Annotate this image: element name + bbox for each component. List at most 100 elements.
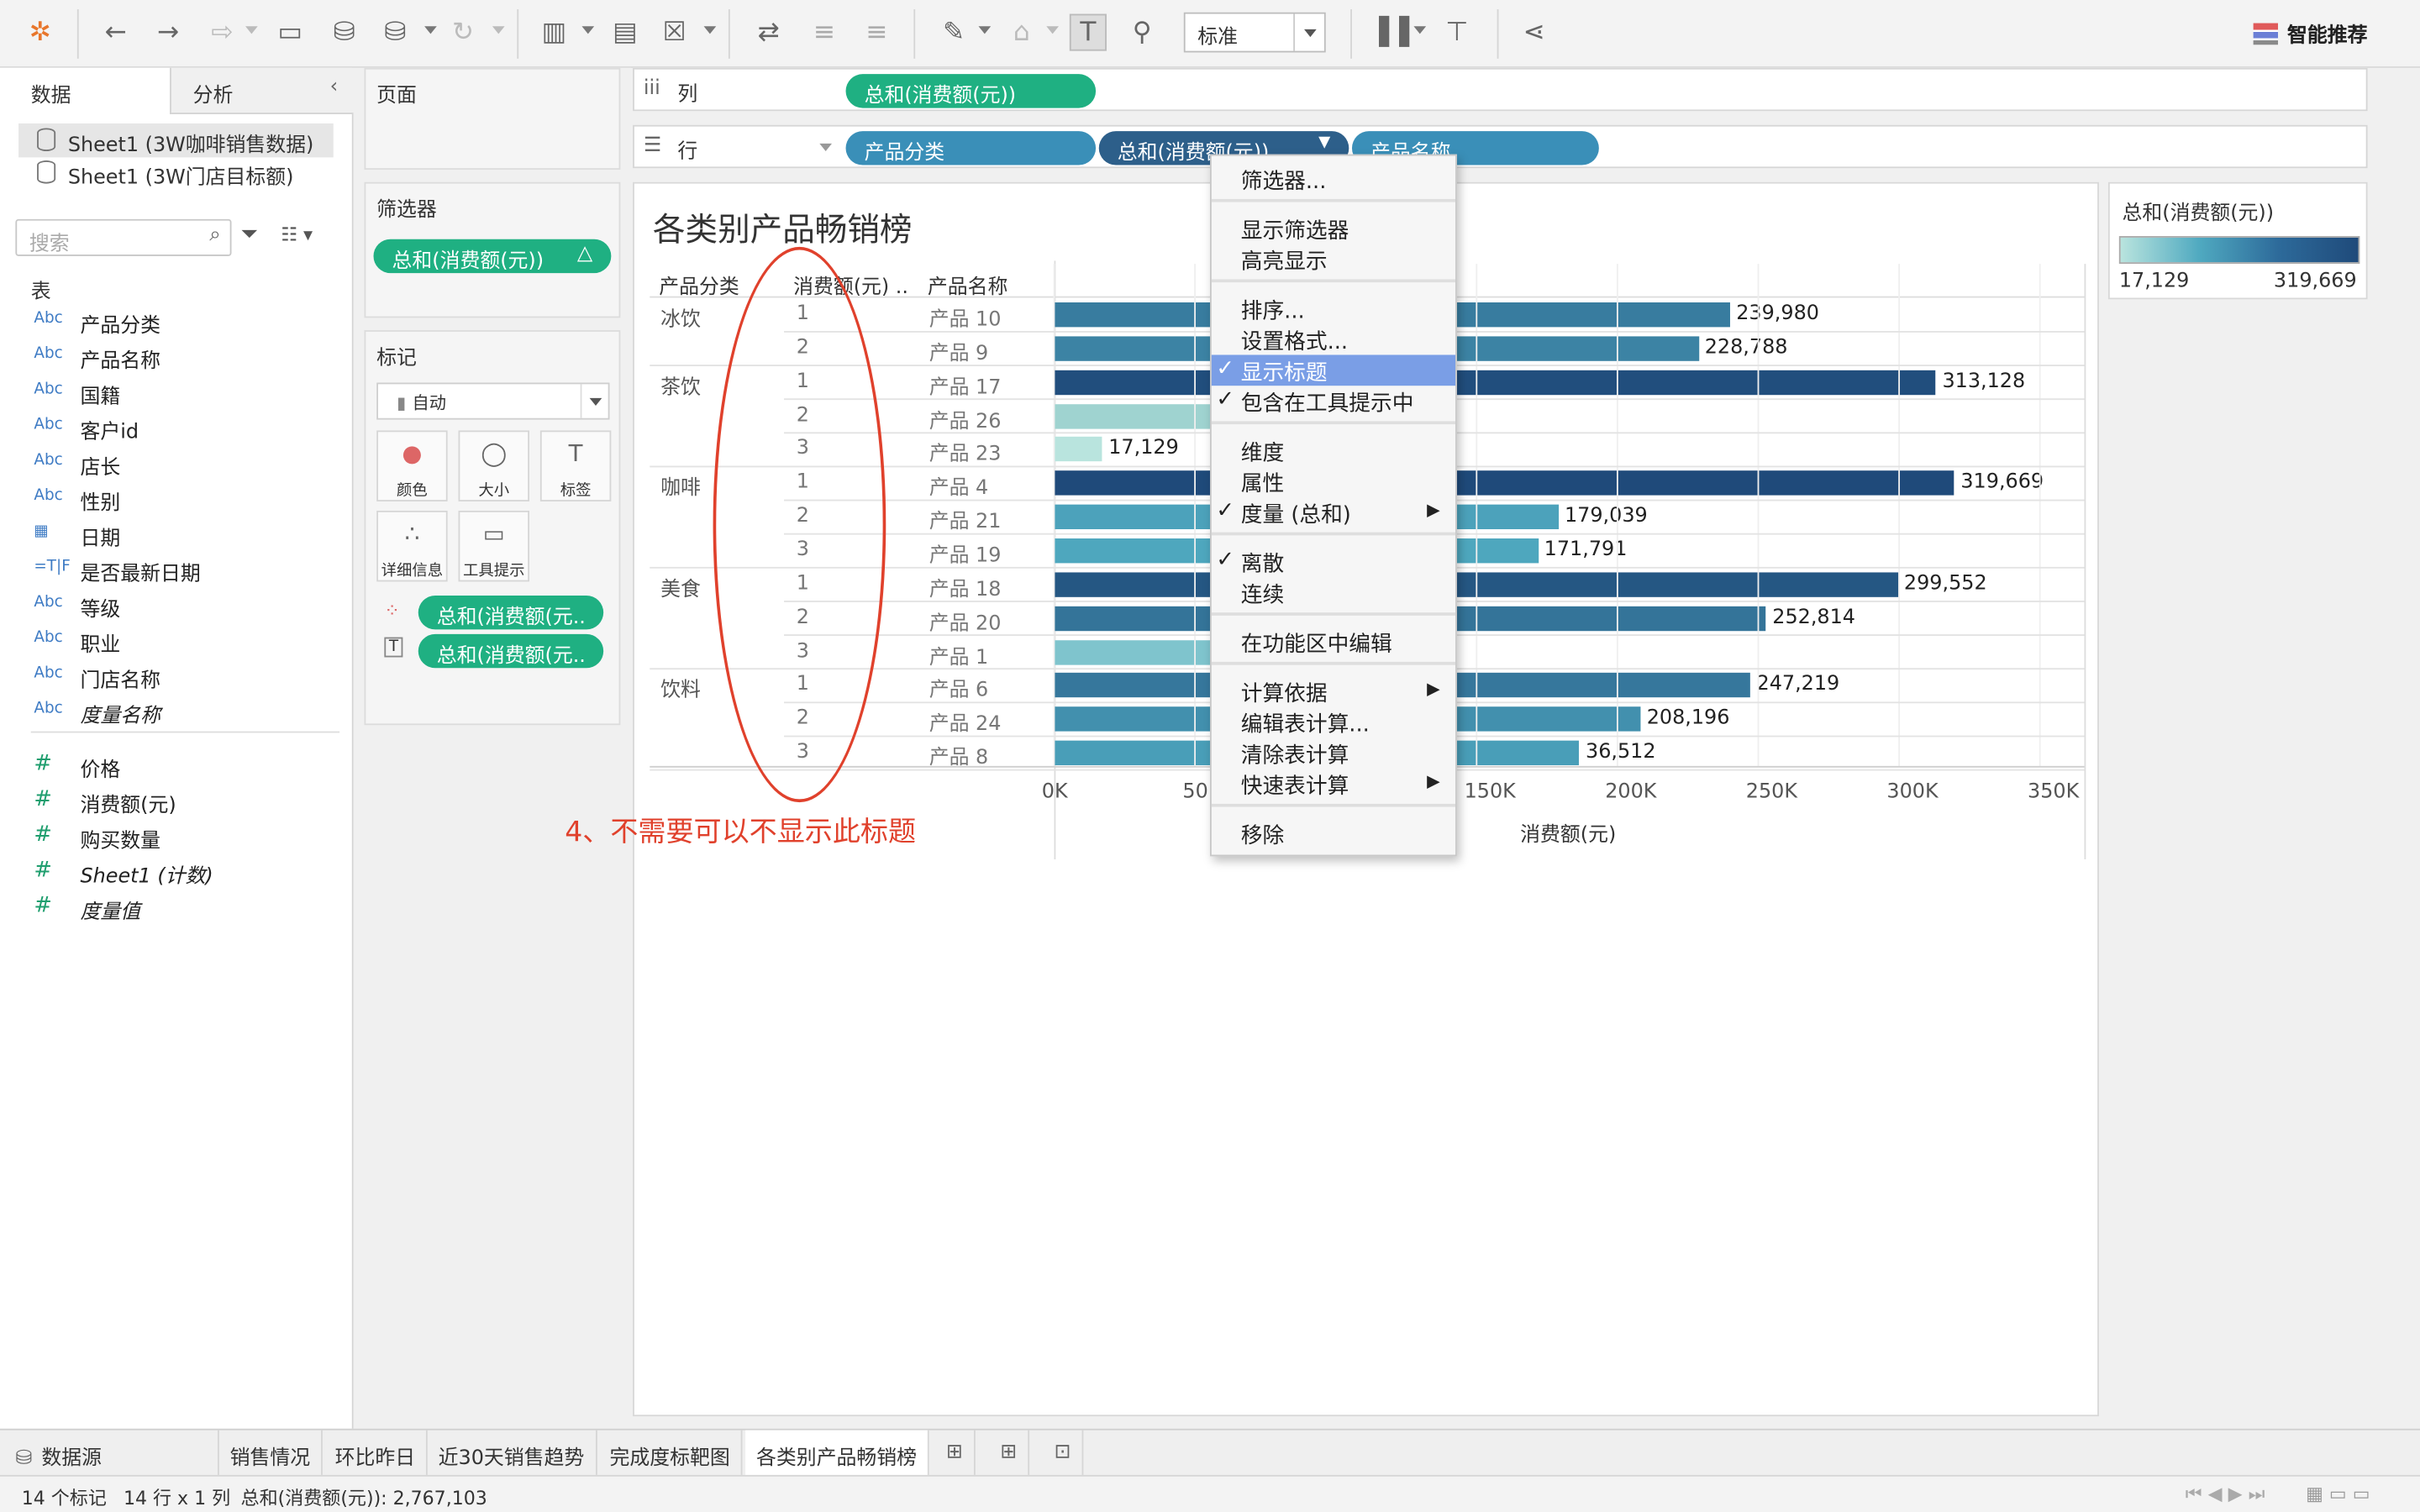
rows-shelf[interactable]: ☰ 行 产品分类 总和(消费额(元))▼ 产品名称 [633,124,2368,169]
menu-item[interactable]: 属性 [1212,466,1455,496]
search-input[interactable]: 搜索 ⌕ [15,218,232,256]
field-dimension[interactable]: Abc 国籍 [0,376,352,410]
share-icon[interactable]: ⋖ [1516,14,1553,51]
sort-asc-icon[interactable]: ≡ [806,14,843,51]
filter-pill-label: 总和(消费额(元)) [392,249,544,274]
tab-sheet[interactable]: 近30天销售趋势 [428,1430,597,1477]
tab-sheet[interactable]: 销售情况 [219,1430,323,1477]
field-dimension[interactable]: ▦ 日期 [0,518,352,552]
tab-sheet[interactable]: 完成度标靶图 [599,1430,743,1477]
mark-pill-color[interactable]: 总和(消费额(元.. [418,595,604,630]
menu-item[interactable]: 维度 [1212,435,1455,465]
fit-select[interactable]: 标准 [1183,12,1326,53]
menu-item[interactable]: ✓ 包含在工具提示中 [1212,386,1455,417]
sort-desc-icon[interactable]: ≡ [858,14,895,51]
presentation-icon[interactable]: ⊤ [1439,14,1476,51]
tooltip-button[interactable]: ▭ 工具提示 [458,510,529,582]
color-legend[interactable]: 总和(消费额(元)) 17,129 319,669 [2107,181,2368,300]
filter-icon[interactable]: ⏷ [241,222,259,246]
number-type-icon: # [34,893,52,918]
field-label: 消费额(元) [80,794,176,818]
menu-item[interactable]: 连续 [1212,577,1455,607]
tab-sheet-active[interactable]: 各类别产品畅销榜 [745,1430,929,1477]
new-datasource-icon[interactable]: ⛁ [326,14,363,51]
redo-icon[interactable]: → [150,14,187,51]
field-dimension[interactable]: Abc 度量名称 [0,696,352,729]
grid-view-icon[interactable]: ▦ ▭ ▭ [2306,1483,2370,1504]
page-nav-icon[interactable]: ⏮ ◀ ▶ ⏭ [2186,1483,2265,1506]
menu-item[interactable]: 在功能区中编辑 [1212,627,1455,657]
menu-item[interactable]: 快速表计算 ▶ [1212,769,1455,799]
pages-card[interactable]: 页面 [364,67,621,171]
field-dimension[interactable]: Abc 职业 [0,625,352,659]
color-button[interactable]: ● 颜色 [376,430,448,501]
menu-item[interactable]: 清除表计算 [1212,738,1455,768]
mark-pill-label[interactable]: 总和(消费额(元.. [418,633,604,669]
menu-item[interactable]: ✓ 显示标题 [1211,354,1456,386]
field-dimension[interactable]: =T|F 是否最新日期 [0,554,352,587]
clear-icon[interactable]: ☒ [656,14,693,51]
annotation-ellipse [713,246,886,803]
swap-icon[interactable]: ⇄ [750,14,787,51]
pin-icon[interactable]: ⚲ [1123,14,1160,51]
menu-item[interactable]: 编辑表计算... [1212,706,1455,738]
menu-item[interactable]: 高亮显示 [1212,244,1455,275]
tab-analysis[interactable]: 分析 ‹ [170,67,354,114]
menu-separator [1211,421,1456,425]
field-measure[interactable]: # 消费额(元) [0,785,352,819]
view-options-icon[interactable]: ☷ ▾ [281,223,313,245]
detail-label: 详细信息 [381,563,444,580]
field-dimension[interactable]: Abc 客户id [0,412,352,445]
field-dimension[interactable]: Abc 产品分类 [0,306,352,339]
rows-pill-category[interactable]: 产品分类 [845,131,1097,165]
field-dimension[interactable]: Abc 门店名称 [0,660,352,694]
tableau-logo-icon[interactable]: ✲ [22,14,59,51]
undo-icon[interactable]: ← [97,14,134,51]
smart-recommend-button[interactable]: 智能推荐 [2253,18,2368,48]
field-dimension[interactable]: Abc 性别 [0,483,352,517]
field-measure[interactable]: # Sheet1 (计数) [0,856,352,890]
menu-item[interactable]: 排序... [1212,293,1455,323]
forward-icon[interactable]: ⇨ [203,14,240,51]
menu-item[interactable]: 显示筛选器 [1212,213,1455,244]
field-measure[interactable]: # 度量值 [0,892,352,926]
new-sheet-icon[interactable]: ⊞ [935,1430,976,1477]
menu-item[interactable]: 计算依据 ▶ [1212,675,1455,706]
detail-button[interactable]: ∴ 详细信息 [376,510,448,582]
new-story-icon[interactable]: ⊡ [1044,1430,1084,1477]
refresh-icon[interactable]: ↻ [445,14,481,51]
new-dashboard-icon[interactable]: ⊞ [989,1430,1029,1477]
field-dimension[interactable]: Abc 产品名称 [0,341,352,375]
field-measure[interactable]: # 价格 [0,750,352,784]
group-icon[interactable]: ⌂ [1003,14,1040,51]
tab-data[interactable]: 数据 [0,67,171,114]
field-measure[interactable]: # 购买数量 [0,821,352,854]
menu-item[interactable]: ✓ 度量 (总和) ▶ [1212,496,1455,528]
field-dimension[interactable]: Abc 店长 [0,448,352,481]
mark-type-select[interactable]: ▮ 自动 [376,382,610,420]
size-button[interactable]: ◯ 大小 [458,430,529,501]
datasource-item[interactable]: Sheet1 (3W门店目标额) [18,156,334,190]
collapse-icon[interactable]: ‹ [330,76,339,99]
new-worksheet-icon[interactable]: ▥ [535,14,572,51]
show-me-icon[interactable]: ▐▐ [1369,14,1409,51]
columns-shelf[interactable]: iii 列 总和(消费额(元)) [633,67,2368,112]
menu-item[interactable]: ✓ 离散 [1212,546,1455,577]
tab-datasource[interactable]: ⛁ 数据源 [0,1430,219,1477]
highlight-icon[interactable]: ✎ [935,14,972,51]
filter-pill[interactable]: 总和(消费额(元)) △ [373,239,612,274]
menu-item[interactable]: 筛选器... [1212,164,1455,194]
filters-card[interactable]: 筛选器 总和(消费额(元)) △ [364,181,621,318]
duplicate-icon[interactable]: ▤ [607,14,644,51]
label-icon[interactable]: T [1069,13,1107,51]
tab-label: 销售情况 [229,1446,311,1471]
tab-sheet[interactable]: 环比昨日 [324,1430,428,1477]
datasource-options-icon[interactable]: ⛁ [376,14,413,51]
menu-item[interactable]: 移除 [1212,817,1455,848]
field-dimension[interactable]: Abc 等级 [0,590,352,623]
label-button[interactable]: T 标签 [539,430,612,501]
datasource-item[interactable]: Sheet1 (3W咖啡销售数据) [18,123,334,158]
menu-item[interactable]: 设置格式... [1212,324,1455,354]
columns-pill[interactable]: 总和(消费额(元)) [845,74,1097,108]
save-icon[interactable]: ▭ [271,14,308,51]
